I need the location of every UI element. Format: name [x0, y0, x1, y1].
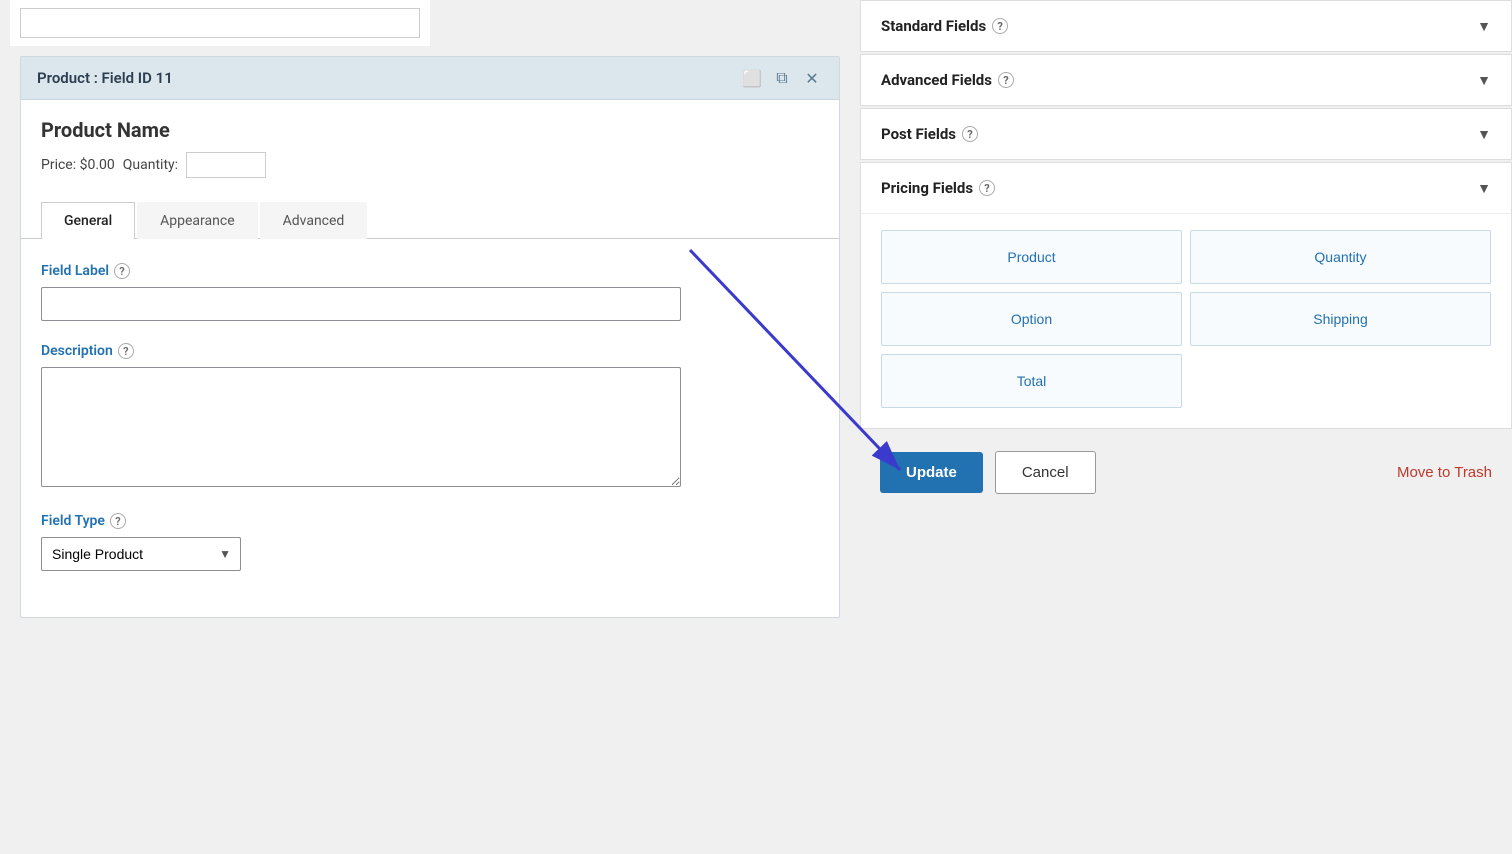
pricing-btn-shipping[interactable]: Shipping: [1190, 292, 1491, 346]
pricing-fields-arrow: ▼: [1477, 180, 1491, 197]
accordion-pricing-fields: Pricing Fields ? ▼ Product Quantity Opti…: [860, 162, 1512, 429]
field-label-heading: Field Label ?: [41, 263, 819, 279]
expand-icon[interactable]: ⬜: [741, 67, 763, 89]
post-fields-arrow: ▼: [1477, 126, 1491, 143]
tab-appearance[interactable]: Appearance: [137, 202, 257, 239]
cancel-button[interactable]: Cancel: [995, 451, 1096, 494]
advanced-fields-header[interactable]: Advanced Fields ? ▼: [861, 55, 1511, 105]
quantity-input[interactable]: [186, 152, 266, 178]
standard-fields-header[interactable]: Standard Fields ? ▼: [861, 1, 1511, 51]
trash-button[interactable]: Move to Trash: [1397, 464, 1492, 481]
close-icon[interactable]: ✕: [801, 67, 823, 89]
advanced-fields-arrow: ▼: [1477, 72, 1491, 89]
advanced-fields-title: Advanced Fields ?: [881, 71, 1014, 89]
right-panel: Standard Fields ? ▼ Advanced Fields ? ▼ …: [860, 0, 1512, 854]
field-type-help-icon[interactable]: ?: [110, 513, 126, 529]
action-bar: Update Cancel Move to Trash: [860, 431, 1512, 514]
quantity-label: Quantity:: [123, 157, 178, 173]
description-help-icon[interactable]: ?: [118, 343, 134, 359]
accordion-advanced-fields: Advanced Fields ? ▼: [860, 54, 1512, 106]
pricing-btn-option[interactable]: Option: [881, 292, 1182, 346]
field-type-select[interactable]: Single Product Product Checkboxes Produc…: [41, 537, 241, 571]
field-type-group: Field Type ? Single Product Product Chec…: [41, 513, 819, 571]
pricing-btn-total[interactable]: Total: [881, 354, 1182, 408]
field-type-heading: Field Type ?: [41, 513, 819, 529]
description-heading: Description ?: [41, 343, 819, 359]
product-name-display: Product Name: [41, 118, 819, 142]
standard-fields-help-icon[interactable]: ?: [992, 18, 1008, 34]
price-quantity-row: Price: $0.00 Quantity:: [41, 152, 819, 178]
header-actions: ⬜ ⧉ ✕: [741, 67, 823, 89]
price-label: Price: $0.00: [41, 157, 115, 173]
description-group: Description ?: [41, 343, 819, 491]
pricing-grid: Product Quantity Option Shipping Total: [881, 230, 1491, 408]
top-search-input[interactable]: [20, 8, 420, 38]
post-fields-header[interactable]: Post Fields ? ▼: [861, 109, 1511, 159]
pricing-fields-content: Product Quantity Option Shipping Total: [861, 213, 1511, 428]
field-label-input[interactable]: Product Name: [41, 287, 681, 321]
accordion-standard-fields: Standard Fields ? ▼: [860, 0, 1512, 52]
tab-advanced[interactable]: Advanced: [260, 202, 368, 239]
post-fields-help-icon[interactable]: ?: [962, 126, 978, 142]
accordion-post-fields: Post Fields ? ▼: [860, 108, 1512, 160]
update-button[interactable]: Update: [880, 452, 983, 493]
tab-general[interactable]: General: [41, 202, 135, 239]
pricing-btn-product[interactable]: Product: [881, 230, 1182, 284]
standard-fields-title: Standard Fields ?: [881, 17, 1008, 35]
field-type-select-wrapper: Single Product Product Checkboxes Produc…: [41, 537, 241, 571]
advanced-fields-help-icon[interactable]: ?: [998, 72, 1014, 88]
copy-icon[interactable]: ⧉: [771, 67, 793, 89]
pricing-fields-title: Pricing Fields ?: [881, 179, 995, 197]
standard-fields-arrow: ▼: [1477, 18, 1491, 35]
field-label-help-icon[interactable]: ?: [114, 263, 130, 279]
tab-content-general: Field Label ? Product Name Description ?…: [21, 239, 839, 617]
post-fields-title: Post Fields ?: [881, 125, 978, 143]
pricing-btn-quantity[interactable]: Quantity: [1190, 230, 1491, 284]
field-editor-card: Product : Field ID 11 ⬜ ⧉ ✕ Product Name…: [20, 56, 840, 618]
field-id-title: Product : Field ID 11: [37, 69, 173, 87]
pricing-fields-help-icon[interactable]: ?: [979, 180, 995, 196]
pricing-fields-header[interactable]: Pricing Fields ? ▼: [861, 163, 1511, 213]
product-preview: Product Name Price: $0.00 Quantity:: [21, 100, 839, 202]
field-card-header: Product : Field ID 11 ⬜ ⧉ ✕: [21, 57, 839, 100]
description-textarea[interactable]: [41, 367, 681, 487]
tab-bar: General Appearance Advanced: [21, 202, 839, 239]
field-label-group: Field Label ? Product Name: [41, 263, 819, 321]
